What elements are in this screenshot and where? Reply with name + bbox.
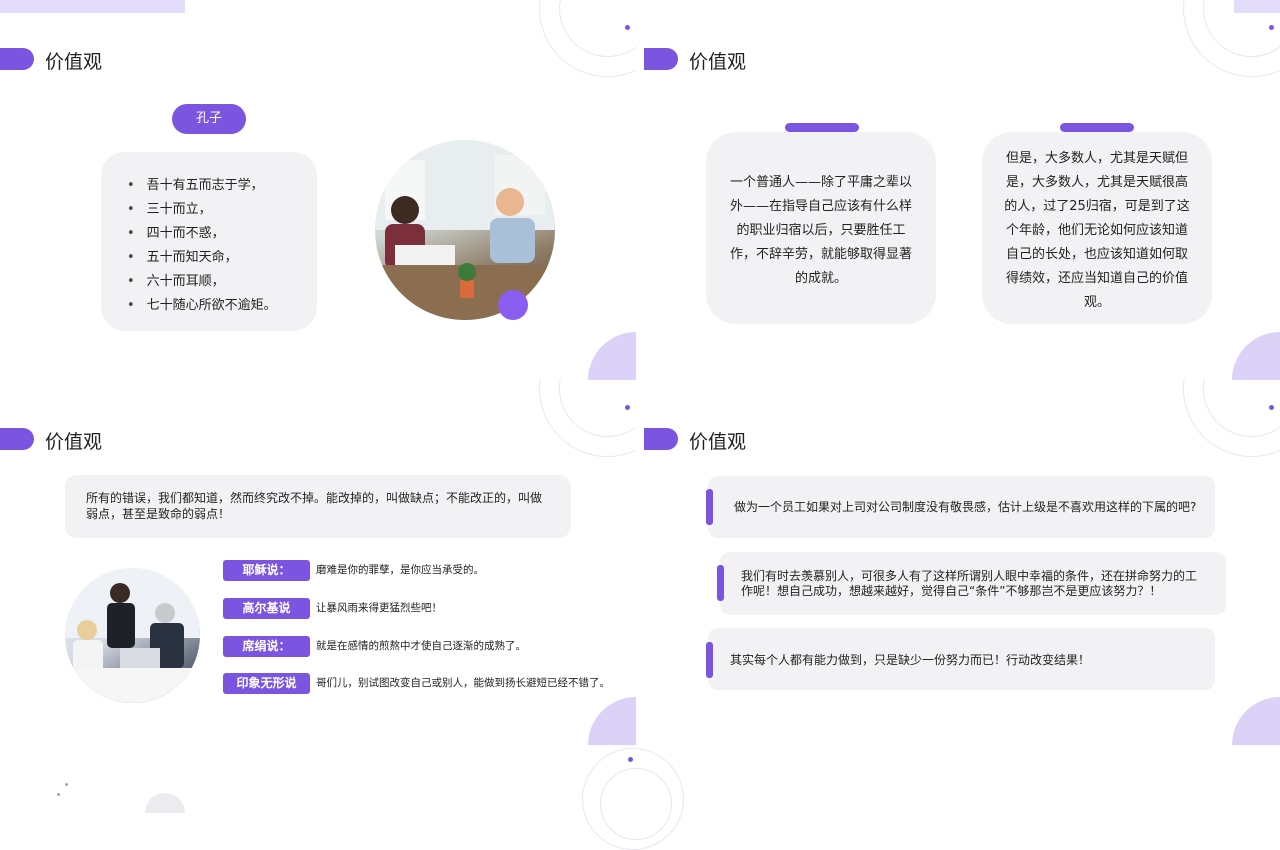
box-bar (706, 489, 713, 525)
corner-decoration (588, 697, 636, 745)
saying-label: 耶稣说： (223, 560, 310, 581)
box-bar (717, 565, 724, 601)
slide-title: 价值观 (45, 431, 103, 453)
meeting-photo (65, 568, 200, 703)
list-item: 吾十有五而志于学， (127, 174, 277, 198)
card-bar (785, 123, 859, 132)
dot-decoration (65, 783, 68, 786)
dot-decoration (625, 25, 630, 30)
top-strip-decoration (0, 0, 185, 13)
saying-text: 让暴风雨来得更猛烈些吧！ (316, 602, 442, 614)
box-text: 我们有时去羡慕别人，可很多人有了这样所谓别人眼中幸福的条件，还在拼命努力的工作呢… (741, 569, 1198, 598)
quote-list: 吾十有五而志于学， 三十而立， 四十而不惑， 五十而知天命， 六十而耳顺， 七十… (127, 174, 277, 318)
corner-decoration (588, 332, 636, 380)
dot-decoration (57, 793, 60, 796)
slide-title: 价值观 (689, 431, 747, 453)
slide-1: 价值观 孔子 吾十有五而志于学， 三十而立， 四十而不惑， 五十而知天命， 六十… (0, 0, 636, 380)
box-text: 做为一个员工如果对上司对公司制度没有敬畏感，估计上级是不喜欢用这样的下属的吧? (734, 500, 1197, 514)
office-photo (375, 140, 555, 320)
box-text: 其实每个人都有能力做到，只是缺少一份努力而已！行动改变结果！ (730, 653, 1091, 667)
bottom-decoration (145, 793, 185, 813)
box-bar (706, 642, 713, 678)
saying-label: 席绢说： (223, 636, 310, 657)
list-item: 三十而立， (127, 198, 277, 222)
saying-text: 哥们儿，别试图改变自己或别人，能做到扬长避短已经不错了。 (316, 677, 610, 689)
list-item: 五十而知天命， (127, 246, 277, 270)
slide-title: 价值观 (45, 51, 103, 73)
quote-text: 所有的错误，我们都知道，然而终究改不掉。能改掉的，叫做缺点；不能改正的，叫做弱点… (86, 491, 543, 521)
dot-decoration (625, 405, 630, 410)
title-marker (0, 428, 34, 450)
saying-label: 高尔基说 (223, 598, 310, 619)
card-text: 一个普通人——除了平庸之辈以外——在指导自己应该有什么样的职业归宿以后，只要胜任… (730, 175, 913, 286)
dot-decoration (628, 757, 633, 762)
title-marker (0, 48, 34, 70)
saying-text: 就是在感情的煎熬中才使自己逐渐的成熟了。 (316, 640, 526, 652)
list-item: 四十而不惑， (127, 222, 277, 246)
slide-title: 价值观 (689, 51, 747, 73)
card-text: 但是，大多数人，尤其是天赋但是，大多数人，尤其是天赋很高的人，过了25归宿，可是… (1004, 151, 1190, 310)
saying-text: 磨难是你的罪孽，是你应当承受的。 (316, 564, 484, 576)
title-marker (644, 48, 678, 70)
list-item: 七十随心所欲不逾矩。 (127, 294, 277, 318)
slide-4: 价值观 做为一个员工如果对上司对公司制度没有敬畏感，估计上级是不喜欢用这样的下属… (644, 380, 1280, 760)
corner-decoration (1232, 697, 1280, 745)
accent-dot (498, 290, 528, 320)
corner-decoration (1232, 332, 1280, 380)
slide-2: 价值观 一个普通人——除了平庸之辈以外——在指导自己应该有什么样的职业归宿以后，… (644, 0, 1280, 380)
card-bar (1060, 123, 1134, 132)
title-marker (644, 428, 678, 450)
slide-3: 价值观 所有的错误，我们都知道，然而终究改不掉。能改掉的，叫做缺点；不能改正的，… (0, 380, 636, 760)
ring-decoration (600, 768, 672, 840)
dot-decoration (1269, 405, 1274, 410)
list-item: 六十而耳顺， (127, 270, 277, 294)
author-tag: 孔子 (172, 104, 246, 134)
dot-decoration (1269, 25, 1274, 30)
saying-label: 印象无形说 (223, 673, 310, 694)
